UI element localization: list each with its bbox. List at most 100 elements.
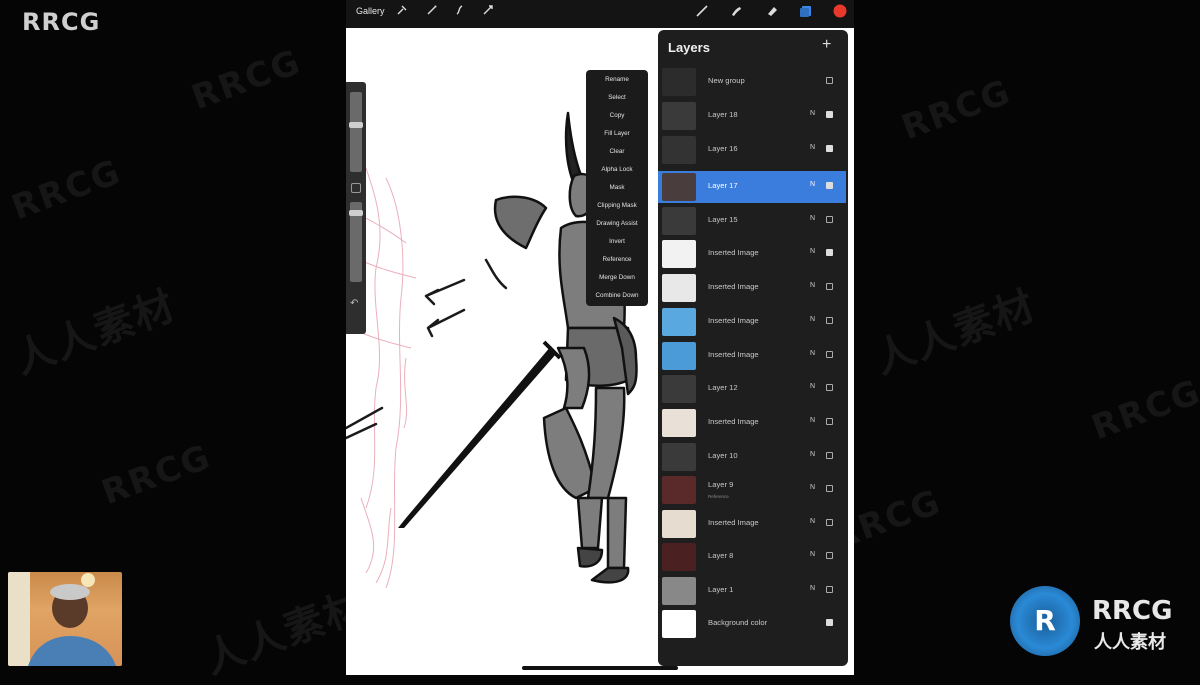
menu-item[interactable]: Clear	[586, 143, 648, 161]
menu-item[interactable]: Merge Down	[586, 269, 648, 287]
layer-row[interactable]: Inserted Image N	[658, 238, 848, 270]
layer-name: Inserted Image	[708, 417, 759, 426]
layer-visibility-checkbox[interactable]	[826, 418, 833, 425]
layer-thumbnail	[662, 443, 696, 471]
menu-item[interactable]: Mask	[586, 179, 648, 197]
menu-item[interactable]: Fill Layer	[586, 125, 648, 143]
layer-thumbnail	[662, 173, 696, 201]
layer-visibility-checkbox[interactable]	[826, 485, 833, 492]
layer-visibility-checkbox[interactable]	[826, 452, 833, 459]
gallery-button[interactable]: Gallery	[356, 6, 385, 16]
layer-row[interactable]: Inserted Image N	[658, 272, 848, 304]
menu-item[interactable]: Rename	[586, 71, 648, 89]
layer-row[interactable]: Layer 12 N	[658, 373, 848, 405]
layer-name: Inserted Image	[708, 350, 759, 359]
layer-thumbnail	[662, 342, 696, 370]
layer-blend-mode[interactable]: N	[810, 181, 815, 188]
layer-visibility-checkbox[interactable]	[826, 145, 833, 152]
layer-visibility-checkbox[interactable]	[826, 283, 833, 290]
transform-icon[interactable]	[480, 4, 496, 20]
brand-emblem-letter: R	[1034, 604, 1056, 637]
menu-item[interactable]: Invert	[586, 233, 648, 251]
layer-thumbnail	[662, 610, 696, 638]
layer-visibility-checkbox[interactable]	[826, 216, 833, 223]
webcam-person	[8, 572, 116, 666]
top-toolbar: Gallery	[346, 0, 854, 28]
layer-visibility-checkbox[interactable]	[826, 249, 833, 256]
brush-icon[interactable]	[694, 4, 710, 20]
home-indicator	[522, 666, 678, 670]
layer-blend-mode[interactable]: N	[810, 110, 815, 117]
modify-button[interactable]	[351, 183, 361, 193]
layer-visibility-checkbox[interactable]	[826, 111, 833, 118]
menu-item[interactable]: Select	[586, 89, 648, 107]
layer-visibility-checkbox[interactable]	[826, 77, 833, 84]
layer-row[interactable]: Layer 8 N	[658, 541, 848, 573]
layer-subtitle: Reference	[708, 494, 729, 499]
layer-name: Layer 18	[708, 110, 738, 119]
layer-row[interactable]: Layer 10 N	[658, 441, 848, 473]
brush-size-slider[interactable]	[350, 92, 362, 172]
layer-row[interactable]: Layer 9 Reference N	[658, 474, 848, 506]
layer-name: Layer 16	[708, 144, 738, 153]
watermark-logo: RRCG	[22, 8, 101, 36]
layer-row[interactable]: Layer 16 N	[658, 134, 848, 166]
layer-blend-mode[interactable]: N	[810, 215, 815, 222]
menu-item[interactable]: Reference	[586, 251, 648, 269]
selection-icon[interactable]	[452, 4, 468, 20]
layer-row[interactable]: Layer 17 N	[658, 171, 846, 203]
magic-wand-icon[interactable]	[424, 4, 440, 20]
layer-thumbnail	[662, 510, 696, 538]
layer-blend-mode[interactable]: N	[810, 417, 815, 424]
menu-item[interactable]: Combine Down	[586, 287, 648, 305]
layers-icon[interactable]	[798, 4, 814, 20]
layer-blend-mode[interactable]: N	[810, 585, 815, 592]
layer-visibility-checkbox[interactable]	[826, 552, 833, 559]
layer-blend-mode[interactable]: N	[810, 451, 815, 458]
layer-blend-mode[interactable]: N	[810, 551, 815, 558]
wrench-icon[interactable]	[394, 4, 410, 20]
watermark-text: RRCG	[896, 71, 1017, 149]
layer-row[interactable]: Inserted Image N	[658, 508, 848, 540]
layer-blend-mode[interactable]: N	[810, 350, 815, 357]
layer-blend-mode[interactable]: N	[810, 282, 815, 289]
layer-blend-mode[interactable]: N	[810, 248, 815, 255]
menu-item[interactable]: Drawing Assist	[586, 215, 648, 233]
layer-options-menu: Rename Select Copy Fill Layer Clear Alpha Loc…	[586, 70, 648, 306]
menu-item[interactable]: Clipping Mask	[586, 197, 648, 215]
layer-row[interactable]: Inserted Image N	[658, 306, 848, 338]
layer-row[interactable]: Layer 18 N	[658, 100, 848, 132]
layer-visibility-checkbox[interactable]	[826, 586, 833, 593]
layer-blend-mode[interactable]: N	[810, 316, 815, 323]
layer-visibility-checkbox[interactable]	[826, 317, 833, 324]
plus-icon[interactable]: +	[822, 36, 831, 54]
smudge-icon[interactable]	[728, 4, 744, 20]
layer-name: Layer 17	[708, 181, 738, 190]
layer-visibility-checkbox[interactable]	[826, 182, 833, 189]
undo-icon[interactable]: ↶	[350, 298, 358, 309]
layer-visibility-checkbox[interactable]	[826, 384, 833, 391]
layer-name: Layer 9	[708, 480, 734, 489]
layer-row[interactable]: Layer 1 N	[658, 575, 848, 607]
procreate-screen: Gallery ↶ Rename Select Copy Fill Layer …	[346, 0, 854, 675]
opacity-knob[interactable]	[349, 210, 363, 216]
layer-blend-mode[interactable]: N	[810, 144, 815, 151]
layer-row[interactable]: Inserted Image N	[658, 340, 848, 372]
layer-thumbnail	[662, 577, 696, 605]
eraser-icon[interactable]	[764, 4, 780, 20]
layer-thumbnail	[662, 308, 696, 336]
layer-row[interactable]: Layer 15 N	[658, 205, 848, 237]
layer-blend-mode[interactable]: N	[810, 518, 815, 525]
layer-visibility-checkbox[interactable]	[826, 619, 833, 626]
layer-row[interactable]: Background color	[658, 608, 848, 640]
layer-blend-mode[interactable]: N	[810, 484, 815, 491]
layer-blend-mode[interactable]: N	[810, 383, 815, 390]
color-icon[interactable]	[832, 4, 848, 20]
layer-visibility-checkbox[interactable]	[826, 351, 833, 358]
menu-item[interactable]: Copy	[586, 107, 648, 125]
brush-size-knob[interactable]	[349, 122, 363, 128]
layer-row[interactable]: Inserted Image N	[658, 407, 848, 439]
layer-visibility-checkbox[interactable]	[826, 519, 833, 526]
layer-row[interactable]: New group	[658, 66, 848, 98]
menu-item[interactable]: Alpha Lock	[586, 161, 648, 179]
